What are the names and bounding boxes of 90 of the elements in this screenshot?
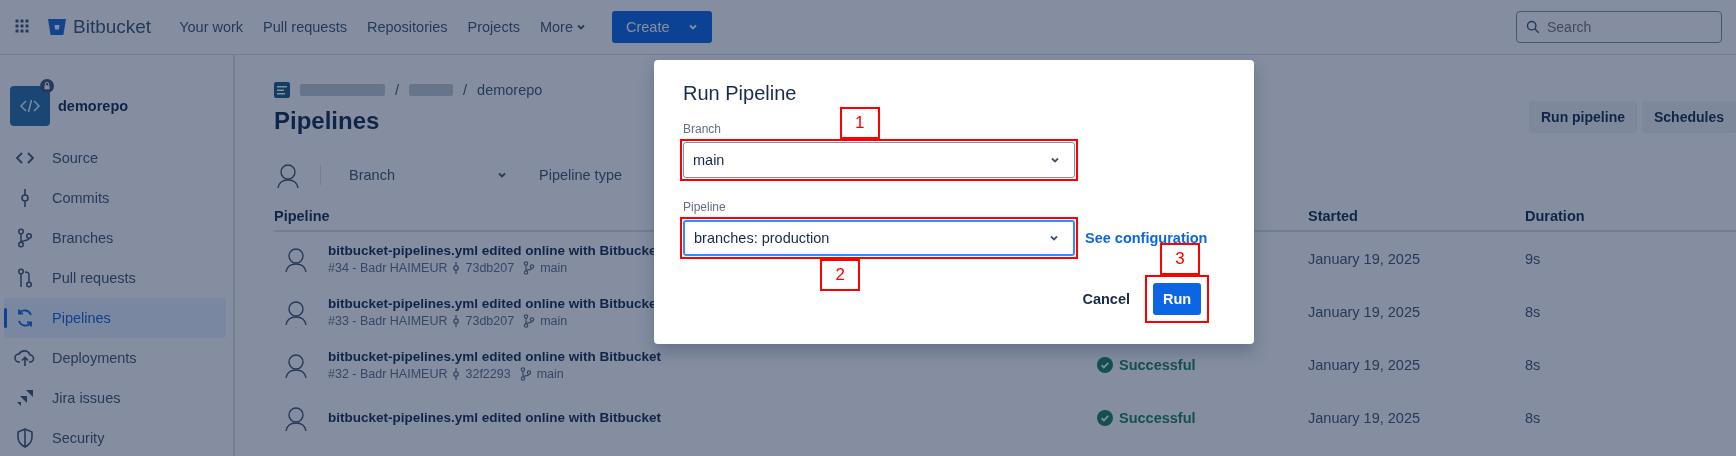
nav-link[interactable]: Your work bbox=[171, 13, 252, 41]
repository-name[interactable]: demorepo bbox=[58, 98, 129, 114]
check-circle-icon bbox=[1097, 356, 1113, 373]
action-button[interactable]: Schedules bbox=[1641, 101, 1736, 133]
pipeline-title-link[interactable]: bitbucket-pipelines.yml edited online with Bitbucket bbox=[328, 348, 662, 364]
product-name[interactable]: Bitbucket bbox=[73, 16, 152, 38]
commit-hash-link[interactable]: 73db207 bbox=[465, 260, 515, 275]
status-label: Successful bbox=[1119, 356, 1196, 373]
pipeline-title-link[interactable]: bitbucket-pipelines.yml edited online with Bitbucket bbox=[328, 410, 662, 425]
dropdown-field[interactable]: branches: production bbox=[683, 220, 1075, 256]
branch-link[interactable]: main bbox=[540, 260, 568, 275]
duration-value: 8s bbox=[1525, 356, 1542, 373]
lock-icon bbox=[40, 79, 54, 93]
pull-request-icon bbox=[17, 268, 33, 288]
branch-link[interactable]: main bbox=[536, 366, 564, 381]
sidebar-item[interactable]: Jira issues bbox=[4, 378, 226, 418]
dialog-title: Run Pipeline bbox=[683, 82, 798, 105]
step-number: 3 bbox=[1160, 243, 1200, 275]
column-header: Started bbox=[1308, 208, 1359, 224]
branch-filter[interactable]: Branch bbox=[343, 166, 513, 184]
run-button[interactable]: Run bbox=[1153, 283, 1201, 315]
pipeline-title-link[interactable]: bitbucket-pipelines.yml edited online with Bitbucke bbox=[328, 295, 657, 311]
search-icon bbox=[1526, 20, 1540, 34]
sidebar-item[interactable]: Commits bbox=[4, 178, 226, 218]
jira-icon bbox=[15, 388, 35, 408]
branch-icon bbox=[17, 228, 33, 248]
breadcrumb-link[interactable]: demorepo bbox=[477, 82, 543, 98]
build-info: #32 - Badr HAIMEUR bbox=[328, 366, 448, 381]
started-date: January 19, 2025 bbox=[1308, 409, 1422, 426]
commit-icon bbox=[20, 188, 30, 208]
branch-icon bbox=[523, 260, 536, 275]
code-icon bbox=[16, 151, 34, 165]
branch-icon bbox=[519, 366, 532, 381]
sidebar-item[interactable]: Source bbox=[4, 138, 226, 178]
create-button[interactable]: Create bbox=[611, 11, 712, 43]
action-button[interactable]: Run pipeline bbox=[1528, 101, 1637, 133]
started-date: January 19, 2025 bbox=[1308, 250, 1422, 267]
nav-link[interactable]: Projects bbox=[459, 13, 528, 41]
status-label: Successful bbox=[1119, 409, 1196, 426]
search-field[interactable]: Search bbox=[1516, 11, 1722, 43]
sidebar-item[interactable]: Pull requests bbox=[4, 258, 226, 298]
commit-icon bbox=[452, 260, 461, 275]
chevron-down-icon bbox=[1049, 233, 1059, 243]
code-icon bbox=[20, 99, 40, 113]
pipeline-title-link[interactable]: bitbucket-pipelines.yml edited online with Bitbucke bbox=[328, 242, 657, 258]
workspace-icon bbox=[274, 82, 290, 98]
chevron-down-icon bbox=[1050, 155, 1060, 165]
sync-icon bbox=[15, 308, 35, 328]
started-date: January 19, 2025 bbox=[1308, 303, 1422, 320]
bucket-logo-icon bbox=[47, 18, 67, 36]
commit-hash-link[interactable]: 73db207 bbox=[465, 313, 515, 328]
commit-icon bbox=[452, 313, 461, 328]
commit-hash-link[interactable]: 32f2293 bbox=[465, 366, 511, 381]
branch-link[interactable]: main bbox=[540, 313, 568, 328]
app-switcher-icon[interactable] bbox=[15, 19, 31, 35]
step-number: 2 bbox=[820, 259, 861, 291]
cloud-upload-icon bbox=[14, 349, 36, 367]
check-circle-icon bbox=[1097, 409, 1113, 426]
step-number: 1 bbox=[839, 107, 880, 139]
annotation-frame bbox=[1145, 275, 1209, 323]
duration-value: 8s bbox=[1525, 409, 1542, 426]
build-info: #34 - Badr HAIMEUR bbox=[328, 260, 448, 275]
breadcrumb-separator: / bbox=[395, 82, 400, 98]
commit-icon bbox=[452, 366, 461, 381]
shield-icon bbox=[16, 428, 34, 448]
chevron-down-icon bbox=[497, 170, 507, 180]
column-header: Duration bbox=[1525, 208, 1586, 224]
nav-link[interactable]: Pull requests bbox=[255, 13, 355, 41]
chevron-down-icon bbox=[575, 22, 586, 32]
cancel-button[interactable]: Cancel bbox=[1076, 290, 1136, 308]
pipeline-type-filter[interactable]: Pipeline type bbox=[533, 166, 629, 184]
sidebar-item[interactable]: Deployments bbox=[4, 338, 226, 378]
nav-link[interactable]: Repositories bbox=[358, 13, 456, 41]
duration-value: 9s bbox=[1525, 250, 1542, 267]
chevron-down-icon bbox=[687, 22, 698, 32]
build-info: #33 - Badr HAIMEUR bbox=[328, 313, 448, 328]
sidebar-item[interactable]: Security bbox=[4, 418, 226, 456]
sidebar-item[interactable]: Pipelines bbox=[4, 298, 226, 338]
redacted-text bbox=[409, 84, 454, 96]
see-configuration-link[interactable]: See configuration bbox=[1085, 230, 1208, 246]
duration-value: 8s bbox=[1525, 303, 1542, 320]
branch-icon bbox=[523, 313, 536, 328]
page-title: Pipelines bbox=[274, 107, 381, 135]
sidebar-item[interactable]: Branches bbox=[4, 218, 226, 258]
user-avatar-icon[interactable] bbox=[274, 161, 302, 189]
more-menu[interactable]: More bbox=[531, 13, 594, 41]
field-label: Pipeline bbox=[683, 200, 727, 214]
dropdown-field[interactable]: main bbox=[683, 142, 1075, 178]
breadcrumb-separator: / bbox=[463, 82, 468, 98]
started-date: January 19, 2025 bbox=[1308, 356, 1422, 373]
